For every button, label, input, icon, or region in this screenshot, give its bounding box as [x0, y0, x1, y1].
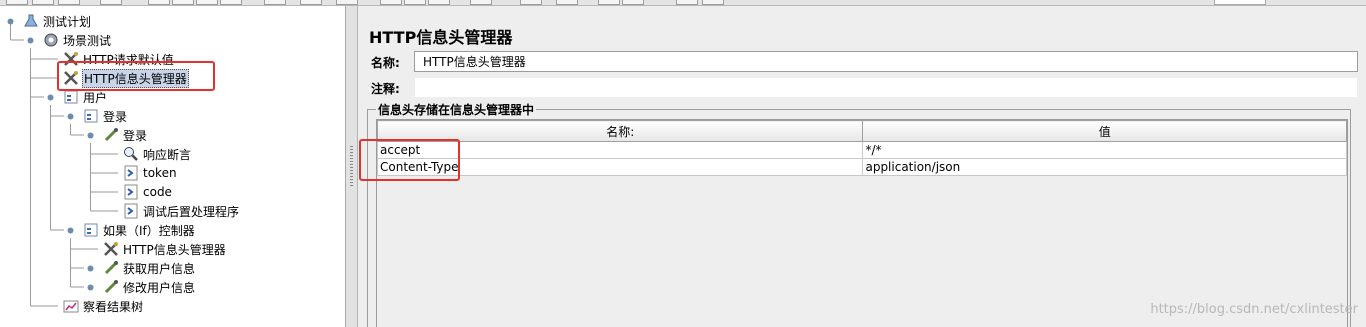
tree-item-label: 测试计划 [43, 14, 92, 29]
name-field[interactable] [414, 51, 1358, 72]
toolbar-button[interactable] [100, 0, 122, 5]
controller-icon [82, 108, 100, 124]
tree-item-label: HTTP信息头管理器 [123, 242, 226, 257]
tree-item-label: token [143, 166, 177, 180]
tree-item-label: 登录 [103, 109, 128, 124]
magnifier-icon [122, 146, 140, 162]
tree-toggle-icon[interactable] [66, 112, 75, 121]
chart-icon [62, 298, 80, 314]
highlight-box [359, 139, 460, 181]
extractor-icon [122, 184, 140, 200]
gear-icon [42, 32, 60, 48]
toolbar-search-field[interactable] [1214, 0, 1266, 5]
toolbar-button[interactable] [380, 0, 402, 5]
tree-item-label: code [143, 185, 172, 199]
tree-item-if-controller[interactable]: 如果（If）控制器 [82, 221, 196, 239]
tree-toggle-icon[interactable] [86, 283, 95, 292]
tree-item-label: 登录 [123, 128, 148, 143]
name-row: 名称: [367, 51, 1358, 73]
tree-toggle-icon[interactable] [46, 93, 55, 102]
name-label: 名称: [371, 56, 400, 70]
tree-item-test-plan[interactable]: 测试计划 [22, 12, 92, 30]
page-title: HTTP信息头管理器 [369, 28, 513, 47]
highlight-box [57, 61, 215, 91]
toolbar-button[interactable] [622, 0, 644, 5]
group-title: 信息头存储在信息头管理器中 [376, 101, 537, 118]
toolbar-button[interactable] [556, 0, 578, 5]
tree-toggle-icon[interactable] [6, 17, 15, 26]
toolbar-button[interactable] [404, 0, 426, 5]
pane-splitter[interactable] [346, 6, 358, 327]
test-plan-tree: 测试计划 场景测试 HTTP请求默认值 HTTP信息头管理器 用户 登录 登录 … [0, 6, 346, 327]
tree-item-label: 察看结果树 [83, 299, 144, 314]
tree-item-label: 用户 [83, 90, 108, 105]
tree-item-code[interactable]: code [122, 183, 173, 201]
comment-field[interactable] [414, 77, 1358, 98]
wrench-icon [102, 241, 120, 257]
toolbar-button[interactable] [220, 0, 242, 5]
tree-item-label: 响应断言 [143, 147, 192, 162]
toolbar-button[interactable] [428, 0, 450, 5]
tree-item-view-results-tree[interactable]: 察看结果树 [62, 297, 144, 315]
toolbar-button[interactable] [264, 0, 286, 5]
table-row[interactable]: accept */* [376, 141, 1347, 159]
toolbar-button[interactable] [702, 0, 724, 5]
toolbar-button[interactable] [58, 0, 80, 5]
toolbar-button[interactable] [300, 0, 322, 5]
toolbar-button[interactable] [336, 0, 358, 5]
tree-toggle-icon[interactable] [86, 131, 95, 140]
tree-item-login-controller[interactable]: 登录 [82, 107, 128, 125]
pipette-icon [102, 127, 120, 143]
tree-toggle-icon[interactable] [26, 36, 35, 45]
toolbar-button[interactable] [196, 0, 218, 5]
tree-item-label: 获取用户信息 [123, 261, 196, 276]
headers-group: 信息头存储在信息头管理器中 名称: 值 accept */* Content-T… [367, 101, 1351, 327]
table-row[interactable]: Content-Type application/json [376, 158, 1347, 176]
tree-item-login-sampler[interactable]: 登录 [102, 126, 148, 144]
header-value-cell[interactable]: application/json [862, 158, 1347, 176]
tree-toggle-icon[interactable] [66, 226, 75, 235]
tree-item-debug-postprocessor[interactable]: 调试后置处理程序 [122, 202, 240, 220]
element-editor-panel: HTTP信息头管理器 名称: 注释: 信息头存储在信息头管理器中 名称: 值 a… [359, 6, 1366, 327]
headers-table-container: 名称: 值 accept */* Content-Type applicatio… [376, 119, 1348, 327]
tree-item-label: 调试后置处理程序 [143, 204, 240, 219]
headers-table: 名称: 值 accept */* Content-Type applicatio… [376, 120, 1347, 176]
toolbar-button[interactable] [598, 0, 620, 5]
thread-group-icon [62, 89, 80, 105]
tree-item-http-header-manager-2[interactable]: HTTP信息头管理器 [102, 240, 227, 258]
tree-item-token[interactable]: token [122, 164, 178, 182]
tree-item-label: 场景测试 [63, 33, 112, 48]
comment-row: 注释: [367, 77, 1358, 99]
watermark: https://blog.csdn.net/cxlintester [1150, 302, 1358, 317]
toolbar-button[interactable] [520, 0, 542, 5]
tree-item-get-user-info[interactable]: 获取用户信息 [102, 259, 196, 277]
tree-item-update-user-info[interactable]: 修改用户信息 [102, 278, 196, 296]
tree-item-label: 修改用户信息 [123, 280, 196, 295]
extractor-icon [122, 203, 140, 219]
toolbar-button[interactable] [32, 0, 54, 5]
tree-item-response-assertion[interactable]: 响应断言 [122, 145, 192, 163]
comment-label: 注释: [371, 82, 400, 96]
tree-item-scenario-test[interactable]: 场景测试 [42, 31, 112, 49]
toolbar-button[interactable] [470, 0, 492, 5]
table-header-row: 名称: 值 [376, 120, 1347, 142]
tree-toggle-icon[interactable] [86, 264, 95, 273]
controller-icon [82, 222, 100, 238]
header-value-cell[interactable]: */* [862, 141, 1347, 159]
flask-icon [22, 13, 40, 29]
pipette-icon [102, 279, 120, 295]
toolbar-button[interactable] [6, 0, 28, 5]
toolbar-button[interactable] [172, 0, 194, 5]
toolbar-button[interactable] [148, 0, 170, 5]
toolbar-button[interactable] [676, 0, 698, 5]
tree-item-label: 如果（If）控制器 [103, 223, 195, 238]
extractor-icon [122, 165, 140, 181]
pipette-icon [102, 260, 120, 276]
column-header-value[interactable]: 值 [862, 120, 1347, 142]
